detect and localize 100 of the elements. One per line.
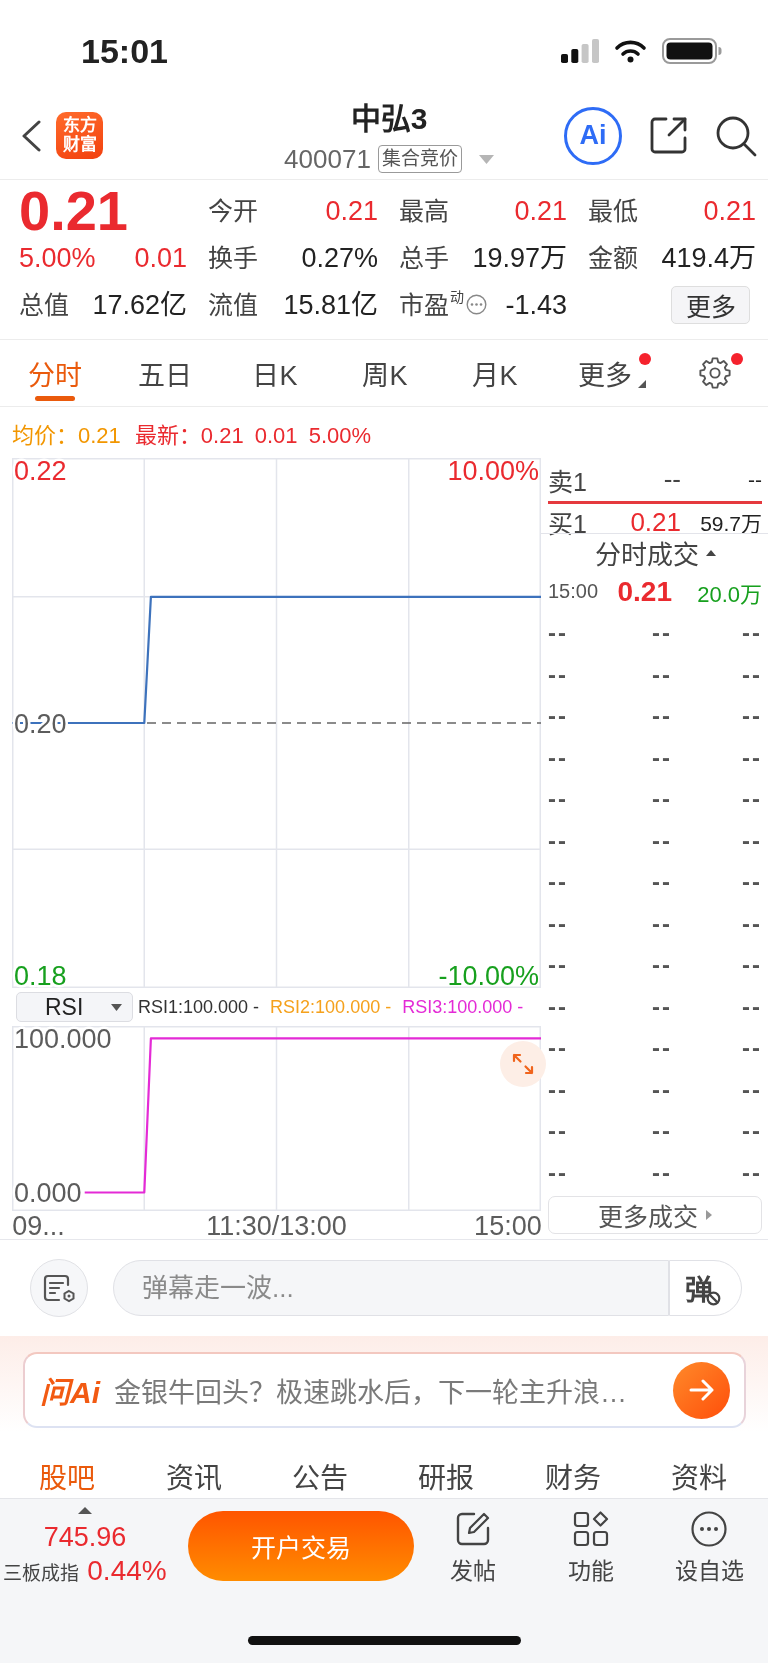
- expand-button[interactable]: [500, 1041, 546, 1087]
- trade-time: --: [548, 909, 569, 938]
- ask-ai-go-button[interactable]: [673, 1361, 730, 1419]
- comment-input[interactable]: 弹幕走一波...: [113, 1260, 669, 1316]
- axis-label: 11:30/13:00: [206, 1211, 347, 1239]
- stock-code: 400071: [284, 143, 371, 175]
- indicator-value: RSI1:100.000 -: [138, 996, 260, 1018]
- battery-icon: [662, 38, 722, 64]
- section-tab[interactable]: 研报: [383, 1460, 510, 1498]
- index-name: 三板成指: [3, 1562, 80, 1586]
- percent-label: 10.00%: [447, 458, 539, 487]
- stat-label: 金额: [588, 242, 638, 274]
- section-tab[interactable]: 股吧: [4, 1460, 131, 1498]
- stat-value: -1.43: [505, 288, 567, 321]
- stat-label: 今开: [208, 195, 258, 227]
- post-button[interactable]: 发帖: [414, 1499, 532, 1585]
- more-trades-button[interactable]: 更多成交: [548, 1195, 762, 1234]
- trade-time: --: [548, 702, 569, 731]
- trade-price: --: [651, 1158, 672, 1187]
- trade-time: --: [548, 951, 569, 980]
- trade-price: --: [651, 1075, 672, 1104]
- axis-label: 0.18: [14, 961, 67, 988]
- arrow-right-icon: [688, 1379, 715, 1401]
- features-button[interactable]: 功能: [532, 1499, 650, 1585]
- stat-value: 17.62亿: [92, 288, 187, 321]
- trade-time: --: [548, 660, 569, 689]
- apps-icon: [573, 1511, 609, 1547]
- trade-volume: --: [741, 743, 762, 772]
- percent-label: -10.00%: [438, 961, 539, 988]
- trade-price: --: [651, 1034, 672, 1063]
- axis-label: 100.000: [14, 1026, 112, 1054]
- trade-volume: --: [741, 702, 762, 731]
- trade-volume: --: [741, 660, 762, 689]
- indicator-dropdown[interactable]: RSI: [16, 992, 133, 1022]
- add-watchlist-button[interactable]: 设自选: [650, 1499, 768, 1585]
- more-button[interactable]: 更多: [671, 285, 750, 324]
- section-tab[interactable]: 财务: [509, 1460, 636, 1498]
- section-tab[interactable]: 公告: [256, 1460, 384, 1498]
- caret-right-icon: [706, 1209, 712, 1220]
- change-amount: 0.01: [134, 241, 187, 274]
- indicator-value: RSI3:100.000 -: [402, 996, 524, 1018]
- trade-volume: --: [741, 1158, 762, 1187]
- wifi-icon: [614, 39, 647, 63]
- stat-value: 15.81亿: [283, 288, 378, 321]
- indicator-value: RSI2:100.000 -: [270, 996, 392, 1018]
- corner-caret-icon: [638, 380, 646, 388]
- stat-label: 最低: [588, 195, 638, 227]
- trade-time: --: [548, 992, 569, 1021]
- caret-up-icon[interactable]: [78, 1507, 92, 1514]
- stat-value: 0.21: [514, 194, 567, 227]
- section-tab[interactable]: 资料: [635, 1460, 763, 1498]
- order-price: 0.21: [629, 506, 681, 538]
- stat-value: 0.27%: [301, 241, 378, 274]
- chart-tab[interactable]: 周K: [330, 340, 440, 406]
- settings-icon[interactable]: [699, 357, 731, 389]
- order-volume: 59.7万: [699, 511, 762, 537]
- clock-time: 15:01: [81, 31, 168, 71]
- trade-price: --: [651, 619, 672, 648]
- trade-price: --: [651, 951, 672, 980]
- search-icon[interactable]: [715, 114, 757, 157]
- last-price: 0.21: [19, 187, 129, 234]
- price-summary: 最新：0.21 0.01 5.00%: [134, 421, 372, 449]
- index-change: 0.44%: [87, 1555, 167, 1587]
- trade-volume: --: [741, 951, 762, 980]
- trades-heading: 分时成交: [594, 539, 699, 571]
- trade-price: --: [651, 826, 672, 855]
- chart-tab[interactable]: 月K: [440, 340, 550, 406]
- trade-volume: --: [741, 1075, 762, 1104]
- chart-tab[interactable]: 日K: [220, 340, 330, 406]
- trade-volume: --: [741, 992, 762, 1021]
- expand-icon: [512, 1053, 534, 1075]
- trade-time: --: [548, 743, 569, 772]
- back-icon[interactable]: [21, 119, 42, 152]
- stat-label: 市盈$^{动}$: [399, 288, 464, 321]
- trade-price: --: [651, 785, 672, 814]
- caret-up-icon: [705, 549, 716, 556]
- chart-tab[interactable]: 更多: [550, 340, 660, 406]
- trade-time: --: [548, 785, 569, 814]
- trade-price: --: [651, 702, 672, 731]
- trade-price: --: [651, 992, 672, 1021]
- ai-button[interactable]: Ai: [564, 106, 622, 165]
- axis-label: 15:00: [474, 1211, 541, 1239]
- trade-price: --: [651, 1117, 672, 1146]
- chart-tab[interactable]: 五日: [110, 340, 220, 406]
- section-tab[interactable]: 资讯: [130, 1460, 257, 1498]
- index-value: 745.96: [43, 1522, 127, 1552]
- ai-prompt-text: 金银牛回头？极速跳水后，下一轮主升浪…: [114, 1376, 628, 1410]
- ellipsis-circle-icon[interactable]: [466, 294, 487, 315]
- ask-ai-logo: 问Ai: [40, 1375, 100, 1411]
- trade-volume: 20.0万: [696, 580, 762, 608]
- trade-volume: --: [741, 619, 762, 648]
- trade-time: --: [548, 1075, 569, 1104]
- stat-label: 总值: [19, 289, 69, 321]
- share-icon[interactable]: [648, 115, 689, 156]
- trade-volume: --: [741, 1117, 762, 1146]
- stat-value: 19.97万: [472, 241, 567, 274]
- axis-label: 0.22: [14, 458, 67, 487]
- danmaku-button[interactable]: 弹: [669, 1260, 742, 1316]
- trade-price: --: [651, 868, 672, 897]
- chart-tab[interactable]: 分时: [0, 340, 110, 406]
